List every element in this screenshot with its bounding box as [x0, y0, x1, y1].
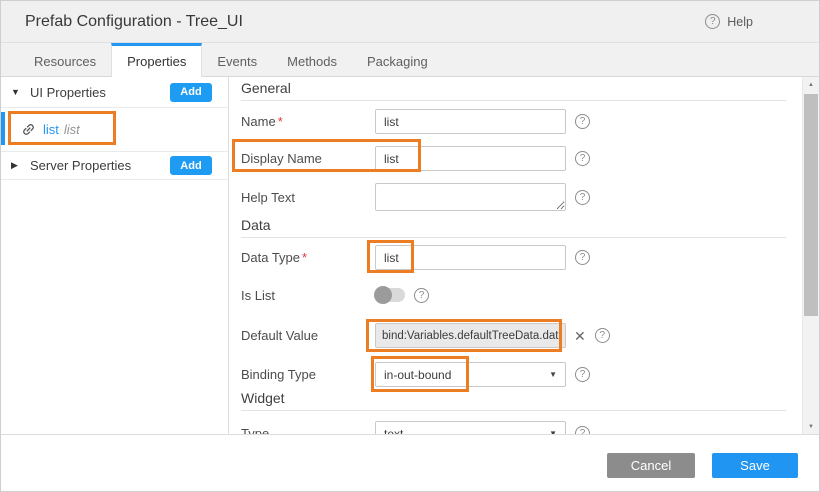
- name-question-icon[interactable]: ?: [575, 114, 590, 129]
- scroll-down-icon[interactable]: ▼: [803, 420, 819, 433]
- prefab-configuration-dialog: Prefab Configuration - Tree_UI ? Help Re…: [0, 0, 820, 492]
- help-label: Help: [727, 15, 753, 29]
- ui-properties-add-button[interactable]: Add: [170, 83, 212, 102]
- scroll-up-icon[interactable]: ▲: [803, 78, 819, 91]
- help-text-question-icon[interactable]: ?: [575, 190, 590, 205]
- is-list-row: Is List ?: [241, 285, 786, 305]
- property-item-name: list: [43, 122, 59, 137]
- default-value-input[interactable]: [375, 323, 566, 348]
- dropdown-arrow-icon: ▼: [549, 429, 557, 434]
- section-heading-widget: Widget: [241, 391, 786, 411]
- display-name-question-icon[interactable]: ?: [575, 151, 590, 166]
- vertical-scrollbar[interactable]: ▲ ▼: [802, 77, 819, 434]
- server-properties-add-button[interactable]: Add: [170, 156, 212, 175]
- section-heading-general: General: [241, 81, 786, 101]
- binding-type-question-icon[interactable]: ?: [575, 367, 590, 382]
- widget-type-row: Type text ▼ ?: [241, 421, 786, 434]
- section-heading-data: Data: [241, 218, 786, 238]
- caret-down-icon: ▼: [11, 87, 21, 97]
- is-list-question-icon[interactable]: ?: [414, 288, 429, 303]
- save-button[interactable]: Save: [712, 453, 798, 478]
- tab-bar: Resources Properties Events Methods Pack…: [1, 43, 819, 77]
- properties-sidebar: ▼ UI Properties Add list list ▶ Server P…: [1, 77, 229, 434]
- widget-type-label: Type: [241, 426, 375, 434]
- name-input[interactable]: [375, 109, 566, 134]
- tab-methods[interactable]: Methods: [272, 43, 352, 76]
- is-list-toggle[interactable]: [375, 288, 405, 302]
- dialog-title: Prefab Configuration - Tree_UI: [25, 13, 243, 31]
- data-type-row: Data Type* ?: [241, 245, 786, 270]
- ui-properties-header[interactable]: ▼ UI Properties Add: [1, 77, 228, 108]
- widget-type-question-icon[interactable]: ?: [575, 426, 590, 434]
- properties-form: General Name* ? Display Name ? Help Text…: [229, 77, 802, 434]
- ui-properties-label: UI Properties: [30, 85, 106, 100]
- tab-events[interactable]: Events: [202, 43, 272, 76]
- binding-type-select[interactable]: in-out-bound ▼: [375, 362, 566, 387]
- display-name-input[interactable]: [375, 146, 566, 171]
- name-row: Name* ?: [241, 109, 786, 134]
- selected-indicator-bar: [1, 112, 5, 145]
- property-item-type: list: [64, 122, 80, 137]
- required-mark: *: [278, 114, 283, 129]
- help-text-label: Help Text: [241, 190, 375, 205]
- is-list-label: Is List: [241, 288, 375, 303]
- server-properties-header[interactable]: ▶ Server Properties Add: [1, 152, 228, 180]
- title-bar: Prefab Configuration - Tree_UI ? Help: [1, 1, 819, 43]
- link-icon: [18, 119, 39, 140]
- binding-type-row: Binding Type in-out-bound ▼ ?: [241, 362, 786, 387]
- binding-type-label: Binding Type: [241, 367, 375, 382]
- default-value-question-icon[interactable]: ?: [595, 328, 610, 343]
- default-value-row: Default Value ✕ ?: [241, 323, 786, 348]
- help-link[interactable]: ? Help: [705, 14, 753, 29]
- cancel-button[interactable]: Cancel: [607, 453, 695, 478]
- data-type-label: Data Type*: [241, 250, 375, 265]
- property-item-list[interactable]: list list: [1, 108, 228, 152]
- data-type-input[interactable]: [375, 245, 566, 270]
- binding-type-value: in-out-bound: [384, 368, 451, 382]
- clear-icon[interactable]: ✕: [574, 329, 586, 343]
- server-properties-label: Server Properties: [30, 158, 131, 173]
- toggle-knob: [374, 286, 392, 304]
- name-label: Name*: [241, 114, 375, 129]
- help-text-input[interactable]: [375, 183, 566, 211]
- tab-resources[interactable]: Resources: [19, 43, 111, 76]
- help-text-row: Help Text ?: [241, 183, 786, 211]
- tab-properties[interactable]: Properties: [111, 43, 202, 77]
- data-type-question-icon[interactable]: ?: [575, 250, 590, 265]
- display-name-label: Display Name: [241, 151, 375, 166]
- display-name-row: Display Name ?: [241, 146, 786, 171]
- scrollbar-thumb[interactable]: [804, 94, 818, 316]
- default-value-label: Default Value: [241, 328, 375, 343]
- widget-type-select[interactable]: text ▼: [375, 421, 566, 434]
- required-mark: *: [302, 250, 307, 265]
- widget-type-value: text: [384, 427, 403, 435]
- dialog-footer: Cancel Save: [1, 435, 819, 492]
- tab-packaging[interactable]: Packaging: [352, 43, 443, 76]
- caret-right-icon: ▶: [11, 160, 21, 171]
- dropdown-arrow-icon: ▼: [549, 370, 557, 379]
- help-icon: ?: [705, 14, 720, 29]
- dialog-body: ▼ UI Properties Add list list ▶ Server P…: [1, 77, 819, 435]
